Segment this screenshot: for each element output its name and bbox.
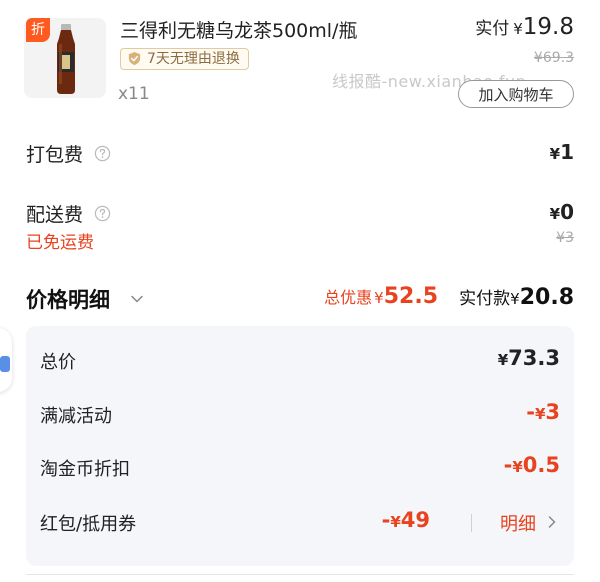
breakdown-value: -¥3 bbox=[526, 400, 560, 424]
divider bbox=[471, 514, 472, 532]
total-discount-label: 总优惠 bbox=[324, 288, 373, 307]
coupon-detail-link[interactable]: 明细 bbox=[500, 510, 536, 536]
packing-fee-row: 打包费 ¥1 bbox=[26, 140, 574, 167]
chevron-right-icon[interactable] bbox=[546, 515, 558, 529]
chevron-down-icon[interactable] bbox=[130, 292, 144, 306]
price-breakdown-card: 总价 ¥73.3 满减活动 -¥3 淘金币折扣 -¥0.5 红包/抵用券 -¥4… bbox=[26, 326, 574, 566]
minus-sign: - bbox=[526, 400, 535, 424]
breakdown-row-total: 总价 ¥73.3 bbox=[40, 346, 560, 376]
free-shipping-text: 已免运费 bbox=[26, 233, 94, 253]
help-icon[interactable] bbox=[94, 145, 111, 162]
shield-check-icon bbox=[128, 51, 141, 66]
actual-price-value: 19.8 bbox=[522, 14, 574, 40]
price-detail-header[interactable]: 价格明细 总优惠 ¥52.5 实付款¥20.8 bbox=[26, 284, 574, 314]
breakdown-row-coupon[interactable]: 红包/抵用券 -¥49 明细 bbox=[40, 508, 560, 538]
breakdown-label: 淘金币折扣 bbox=[40, 459, 130, 480]
delivery-original-fee: ¥3 bbox=[556, 230, 574, 246]
currency-symbol: ¥ bbox=[549, 145, 561, 163]
total-payment-value: 20.8 bbox=[519, 285, 574, 310]
bottom-divider bbox=[26, 574, 574, 575]
breakdown-value: -¥0.5 bbox=[504, 453, 560, 477]
breakdown-label: 总价 bbox=[40, 352, 76, 373]
total-discount: 总优惠 ¥52.5 bbox=[324, 284, 438, 309]
product-actual-price: 实付 ¥19.8 bbox=[475, 14, 574, 40]
breakdown-label: 满减活动 bbox=[40, 406, 112, 427]
currency-symbol: ¥ bbox=[512, 458, 523, 476]
discount-tag: 折 bbox=[26, 18, 50, 42]
packing-fee-amount: 1 bbox=[560, 140, 574, 164]
breakdown-value: -¥49 bbox=[382, 508, 430, 532]
product-title[interactable]: 三得利无糖乌龙茶500ml/瓶 bbox=[120, 16, 357, 43]
total-payment: 实付款¥20.8 bbox=[459, 284, 574, 310]
packing-fee-label: 打包费 bbox=[26, 144, 84, 166]
help-icon[interactable] bbox=[94, 205, 111, 222]
breakdown-row-taojinbi: 淘金币折扣 -¥0.5 bbox=[40, 453, 560, 483]
delivery-fee-label: 配送费 bbox=[26, 204, 84, 226]
currency-symbol: ¥ bbox=[510, 290, 520, 308]
currency-symbol: ¥ bbox=[549, 205, 561, 223]
breakdown-label: 红包/抵用券 bbox=[40, 514, 137, 535]
breakdown-value: ¥73.3 bbox=[498, 346, 560, 370]
tea-bottle-image bbox=[57, 24, 75, 94]
total-discount-value: 52.5 bbox=[383, 284, 438, 309]
breakdown-amount: 0.5 bbox=[522, 453, 560, 477]
currency-symbol: ¥ bbox=[513, 20, 523, 38]
return-policy-text: 7天无理由退换 bbox=[147, 51, 240, 67]
actual-price-label: 实付 bbox=[475, 19, 510, 39]
product-quantity: x11 bbox=[118, 84, 150, 104]
breakdown-amount: 49 bbox=[400, 508, 430, 532]
floating-side-tab[interactable] bbox=[0, 328, 12, 392]
delivery-fee-row: 配送费 ¥0 已免运费 ¥3 bbox=[26, 200, 574, 253]
delivery-fee-value: ¥0 bbox=[550, 200, 574, 224]
currency-symbol: ¥ bbox=[374, 289, 384, 307]
return-policy-badge: 7天无理由退换 bbox=[120, 48, 249, 70]
delivery-fee-amount: 0 bbox=[560, 200, 574, 224]
packing-fee-value: ¥1 bbox=[550, 140, 574, 164]
currency-symbol: ¥ bbox=[534, 405, 546, 423]
currency-symbol: ¥ bbox=[390, 513, 401, 531]
side-tab-icon bbox=[0, 356, 10, 372]
breakdown-amount: 73.3 bbox=[508, 346, 560, 370]
currency-symbol: ¥ bbox=[497, 351, 509, 369]
product-item[interactable]: 折 三得利无糖乌龙茶500ml/瓶 7天无理由退换 x11 实付 ¥19.8 ¥6… bbox=[0, 0, 600, 118]
add-to-cart-button[interactable]: 加入购物车 bbox=[458, 80, 574, 108]
price-detail-title: 价格明细 bbox=[26, 288, 110, 312]
product-original-price: ¥69.3 bbox=[533, 50, 574, 66]
breakdown-row-full-reduction: 满减活动 -¥3 bbox=[40, 400, 560, 430]
total-payment-label: 实付款 bbox=[459, 289, 511, 309]
breakdown-amount: 3 bbox=[545, 400, 560, 424]
